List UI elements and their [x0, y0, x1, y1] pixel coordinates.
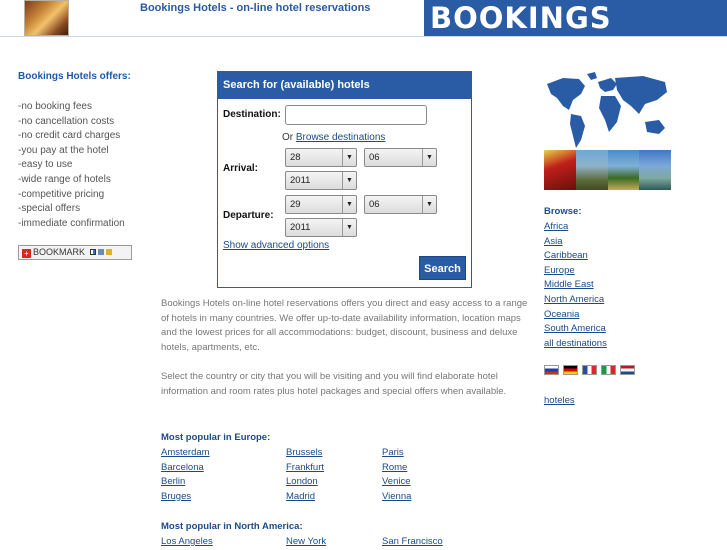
departure-label: Departure:: [223, 210, 274, 221]
offers-title: Bookings Hotels offers:: [18, 71, 131, 82]
region-link[interactable]: Asia: [544, 236, 562, 247]
city-link[interactable]: Bruges: [161, 490, 191, 505]
advanced-options-link[interactable]: Show advanced options: [223, 240, 329, 251]
plus-icon: +: [22, 249, 31, 258]
offer-item: -no booking fees: [18, 101, 92, 112]
city-link[interactable]: London: [286, 475, 318, 490]
arrival-year-select[interactable]: 2011 ▼: [285, 171, 357, 190]
chevron-down-icon: ▼: [342, 149, 356, 166]
flag-fr-icon[interactable]: [582, 365, 597, 375]
delicious-icon: [89, 249, 96, 255]
hotel-room-photo: [24, 0, 69, 36]
region-link[interactable]: Europe: [544, 265, 575, 276]
arrival-year-value: 2011: [290, 175, 311, 186]
departure-day-value: 29: [290, 199, 301, 210]
palm-beach-photo: [607, 150, 640, 190]
popular-na-title: Most popular in North America:: [161, 521, 303, 532]
bookings-logo[interactable]: BOOKINGS: [424, 0, 727, 36]
region-link[interactable]: Oceania: [544, 309, 579, 320]
city-link[interactable]: Venice: [382, 475, 411, 490]
offer-item: -you pay at the hotel: [18, 144, 109, 156]
offer-item: -easy to use: [18, 159, 73, 171]
departure-year-select[interactable]: 2011 ▼: [285, 218, 357, 237]
city-link[interactable]: Vienna: [382, 490, 411, 505]
browse-title: Browse:: [544, 206, 582, 217]
world-map-icon[interactable]: [543, 70, 673, 150]
arrival-label: Arrival:: [223, 163, 259, 174]
departure-year-value: 2011: [290, 222, 311, 233]
city-link[interactable]: Brussels: [286, 446, 322, 461]
city-link[interactable]: San Francisco: [382, 535, 443, 550]
city-link[interactable]: Paris: [382, 446, 404, 461]
flag-it-icon[interactable]: [601, 365, 616, 375]
favorites-icon: [105, 249, 112, 255]
chevron-down-icon: ▼: [422, 149, 436, 166]
arrival-month-value: 06: [369, 152, 380, 163]
departure-day-select[interactable]: 29 ▼: [285, 195, 357, 214]
temple-photo: [575, 150, 608, 190]
region-link[interactable]: Africa: [544, 221, 568, 232]
bookmark-button[interactable]: + BOOKMARK: [18, 245, 132, 260]
region-link[interactable]: Caribbean: [544, 250, 588, 261]
arrival-day-value: 28: [290, 152, 301, 163]
city-link[interactable]: Los Angeles: [161, 535, 213, 550]
city-link[interactable]: Barcelona: [161, 461, 204, 476]
offers-list: -no booking fees -no cancellation costs …: [18, 100, 125, 231]
flag-ru-icon[interactable]: [544, 365, 559, 375]
browse-destinations-line: Or Browse destinations: [282, 132, 385, 143]
offer-item: -competitive pricing: [18, 188, 105, 200]
flag-nl-icon[interactable]: [620, 365, 635, 375]
hoteles-link[interactable]: hoteles: [544, 395, 575, 406]
flag-de-icon[interactable]: [563, 365, 578, 375]
departure-month-value: 06: [369, 199, 380, 210]
language-flags: [544, 365, 635, 375]
destination-input[interactable]: [285, 105, 427, 125]
city-link[interactable]: Amsterdam: [161, 446, 210, 461]
destination-photo-strip: [544, 150, 671, 190]
browse-region-list: Africa Asia Caribbean Europe Middle East…: [544, 220, 607, 351]
search-button[interactable]: Search: [419, 256, 466, 280]
city-link[interactable]: Berlin: [161, 475, 185, 490]
region-link[interactable]: Middle East: [544, 279, 594, 290]
chevron-down-icon: ▼: [342, 196, 356, 213]
header-divider: [0, 36, 727, 37]
region-link[interactable]: South America: [544, 323, 606, 334]
offer-item: -no credit card charges: [18, 130, 121, 142]
bookmark-label: BOOKMARK: [33, 247, 86, 257]
offer-item: -wide range of hotels: [18, 173, 111, 185]
city-link[interactable]: Madrid: [286, 490, 315, 505]
chevron-down-icon: ▼: [422, 196, 436, 213]
city-link[interactable]: Frankfurt: [286, 461, 324, 476]
region-link[interactable]: all destinations: [544, 338, 607, 349]
statue-of-liberty-photo: [639, 150, 671, 190]
search-form-title: Search for (available) hotels: [218, 72, 471, 99]
intro-paragraph: Bookings Hotels on-line hotel reservatio…: [161, 298, 528, 354]
offer-item: -special offers: [18, 203, 81, 215]
chevron-down-icon: ▼: [342, 172, 356, 189]
departure-month-select[interactable]: 06 ▼: [364, 195, 437, 214]
offer-item: -immediate confirmation: [18, 217, 125, 229]
site-tagline: Bookings Hotels - on-line hotel reservat…: [140, 2, 371, 14]
offer-item: -no cancellation costs: [18, 115, 115, 127]
popular-europe-title: Most popular in Europe:: [161, 432, 271, 443]
eiffel-tower-photo: [544, 150, 576, 190]
digg-icon: [97, 249, 104, 255]
or-text: Or: [282, 132, 294, 143]
city-link[interactable]: New York: [286, 535, 326, 550]
arrival-day-select[interactable]: 28 ▼: [285, 148, 357, 167]
browse-destinations-link[interactable]: Browse destinations: [296, 132, 386, 143]
destination-label: Destination:: [223, 109, 281, 120]
city-link[interactable]: Rome: [382, 461, 407, 476]
arrival-month-select[interactable]: 06 ▼: [364, 148, 437, 167]
chevron-down-icon: ▼: [342, 219, 356, 236]
hotel-search-form: Search for (available) hotels Destinatio…: [217, 71, 472, 288]
region-link[interactable]: North America: [544, 294, 604, 305]
select-paragraph: Select the country or city that you will…: [161, 371, 507, 397]
